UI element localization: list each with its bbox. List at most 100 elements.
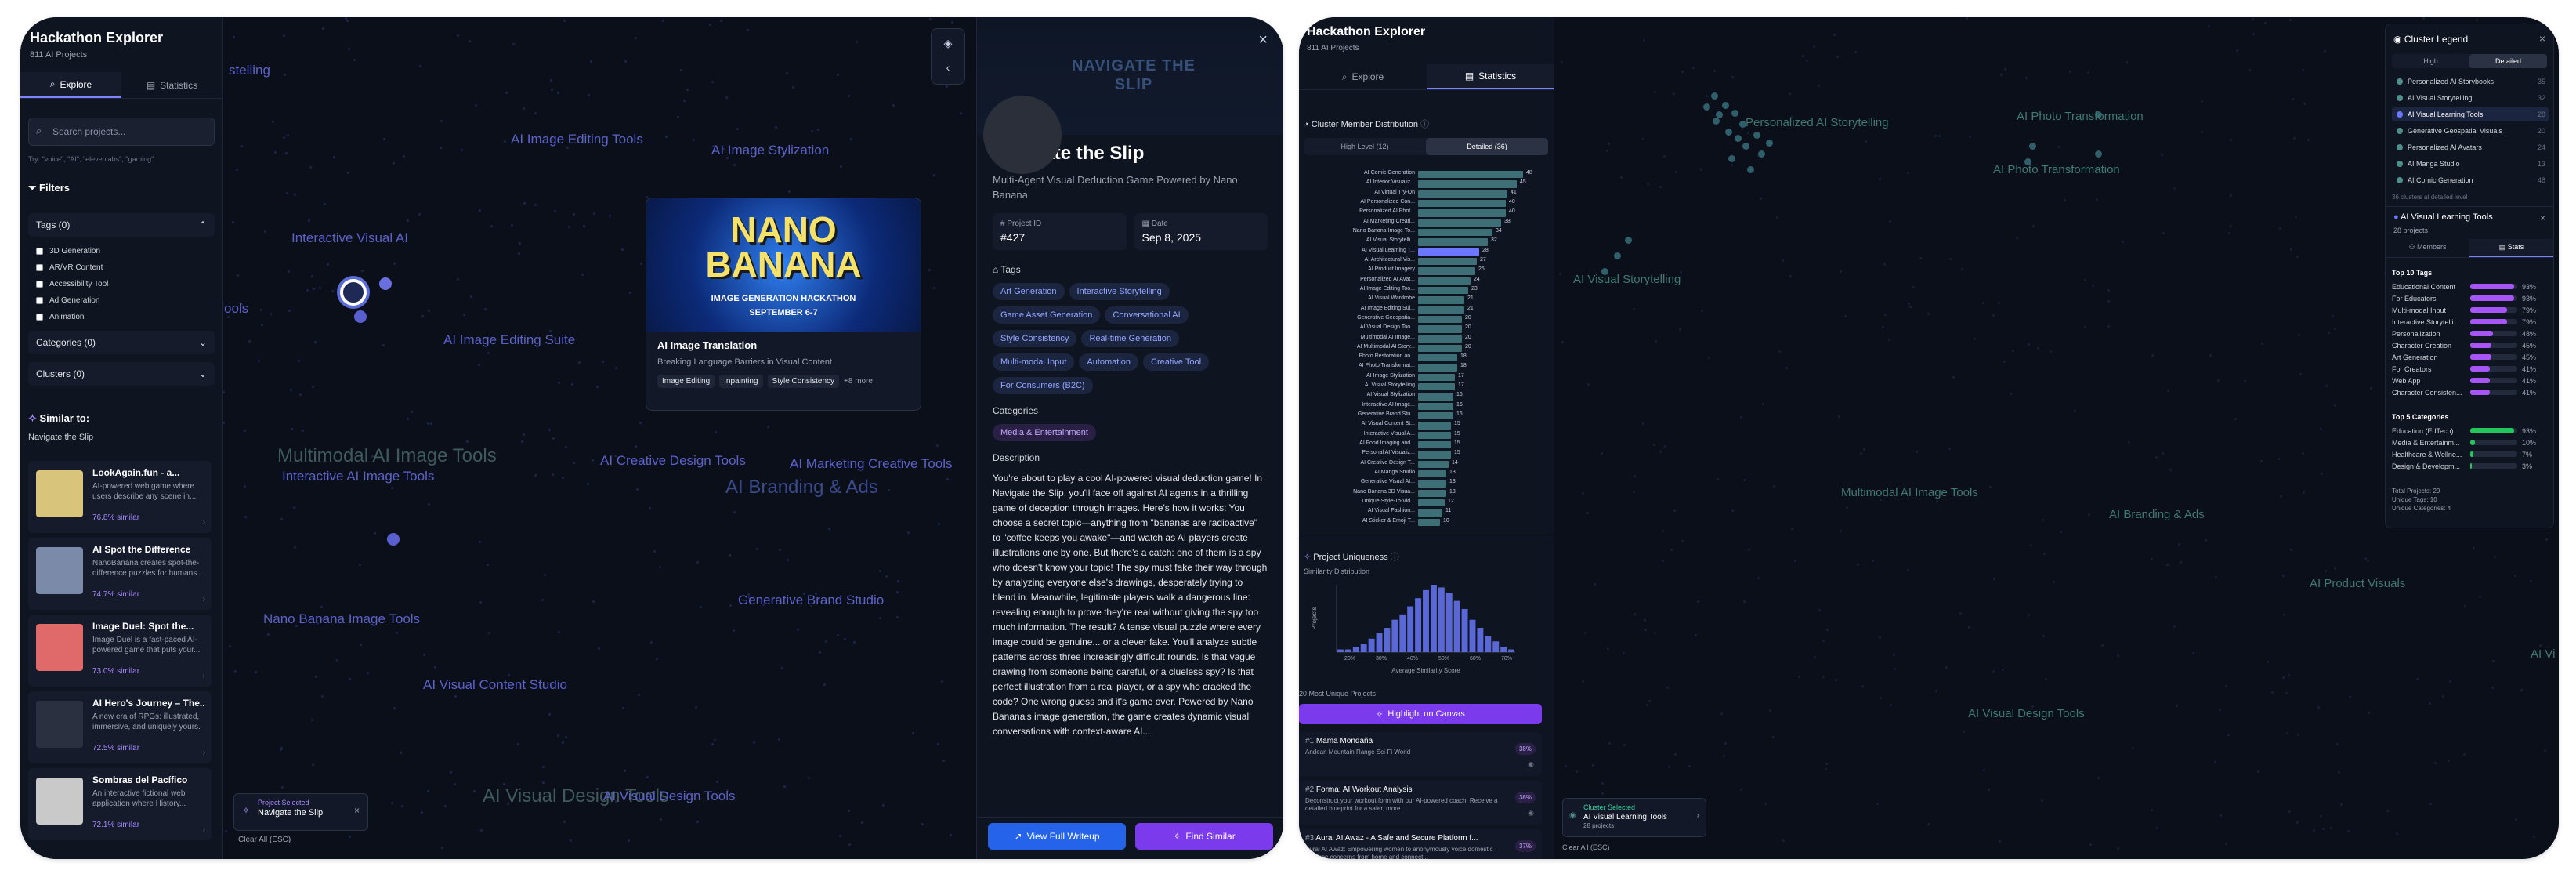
project-node[interactable] (244, 485, 246, 488)
project-node[interactable] (511, 224, 513, 227)
project-node[interactable] (1642, 422, 1644, 425)
project-node[interactable] (653, 550, 656, 553)
project-node[interactable] (1863, 448, 1865, 451)
distribution-bar[interactable] (1418, 364, 1457, 372)
project-node[interactable] (393, 162, 395, 165)
project-node[interactable] (1681, 71, 1684, 73)
category-chip[interactable]: Media & Entertainment (993, 424, 1096, 441)
project-node[interactable] (2228, 232, 2230, 234)
distribution-bar[interactable] (1418, 412, 1453, 420)
project-node[interactable] (387, 533, 400, 546)
project-node[interactable] (2236, 49, 2238, 52)
project-node[interactable] (1983, 769, 1985, 771)
distribution-bar[interactable] (1418, 219, 1501, 227)
histogram-bar[interactable] (1376, 633, 1383, 652)
project-node[interactable] (1927, 313, 1930, 315)
project-node[interactable] (457, 278, 459, 281)
distribution-bar[interactable] (1418, 335, 1462, 343)
project-node[interactable] (382, 344, 385, 346)
tab-stats[interactable]: ▤ Stats (2469, 239, 2553, 257)
project-node[interactable] (1836, 56, 1839, 58)
project-node[interactable] (2126, 61, 2128, 63)
distribution-bar[interactable] (1418, 228, 1492, 237)
project-node[interactable] (1587, 383, 1590, 386)
project-node[interactable] (2280, 495, 2282, 498)
project-node[interactable] (1695, 634, 1697, 636)
project-node[interactable] (853, 641, 856, 644)
distribution-bar[interactable] (1418, 180, 1517, 188)
project-node[interactable] (696, 561, 699, 564)
project-node[interactable] (1731, 164, 1733, 166)
project-node[interactable] (548, 429, 551, 431)
project-node[interactable] (592, 459, 594, 462)
project-node[interactable] (1872, 560, 1874, 562)
project-node[interactable] (716, 781, 718, 783)
project-node[interactable] (2025, 77, 2028, 79)
project-node[interactable] (639, 422, 642, 424)
project-node[interactable] (937, 743, 939, 745)
project-node[interactable] (469, 40, 471, 42)
project-node[interactable] (1769, 709, 1771, 712)
eye-icon[interactable]: ◉ (1528, 809, 1534, 818)
project-node[interactable] (1608, 143, 1610, 145)
legend-high-toggle[interactable]: High (2392, 54, 2469, 68)
project-node[interactable] (2324, 50, 2326, 53)
project-node[interactable] (327, 263, 329, 266)
project-node[interactable] (848, 95, 850, 97)
project-node[interactable] (2234, 418, 2237, 420)
project-node[interactable] (400, 752, 402, 754)
project-node[interactable] (229, 645, 231, 647)
project-node[interactable] (401, 805, 403, 807)
distribution-bar[interactable] (1418, 393, 1453, 401)
project-node[interactable] (1789, 92, 1791, 95)
project-node[interactable] (1722, 102, 1729, 109)
project-node[interactable] (1907, 172, 1909, 174)
project-node[interactable] (933, 287, 935, 289)
project-node[interactable] (440, 147, 442, 149)
project-node[interactable] (393, 707, 396, 709)
distribution-bar[interactable] (1418, 470, 1446, 478)
project-node[interactable] (2214, 761, 2216, 763)
tag-chip[interactable]: Art Generation (993, 283, 1065, 300)
histogram-bar[interactable] (1430, 585, 1437, 652)
project-node[interactable] (921, 823, 924, 825)
project-node[interactable] (1565, 765, 1567, 767)
project-node[interactable] (274, 151, 277, 154)
project-node[interactable] (2494, 556, 2496, 558)
project-node[interactable] (2370, 387, 2372, 390)
project-node[interactable] (2045, 678, 2047, 680)
project-node[interactable] (450, 771, 452, 774)
project-node[interactable] (2491, 687, 2494, 689)
project-node[interactable] (324, 203, 326, 205)
project-node[interactable] (1731, 509, 1734, 512)
project-node[interactable] (1760, 198, 1762, 200)
project-node[interactable] (2151, 354, 2154, 357)
project-node[interactable] (2288, 674, 2290, 676)
project-node[interactable] (1653, 444, 1655, 446)
project-node[interactable] (2074, 410, 2076, 412)
project-node[interactable] (2257, 770, 2259, 773)
tag-chip[interactable]: Real-time Generation (1081, 330, 1179, 347)
project-node[interactable] (729, 554, 731, 557)
project-node[interactable] (951, 21, 953, 24)
project-node[interactable] (709, 24, 711, 26)
project-node[interactable] (487, 352, 490, 354)
project-node[interactable] (736, 128, 739, 130)
histogram-bar[interactable] (1415, 598, 1422, 652)
distribution-bar[interactable] (1418, 354, 1457, 362)
legend-item[interactable]: Generative Geospatial Visuals 20 (2392, 124, 2549, 138)
cluster-label[interactable]: AI Creative Design Tools (600, 453, 746, 469)
project-node[interactable] (2252, 18, 2254, 20)
project-node[interactable] (1806, 60, 1808, 62)
project-node[interactable] (640, 263, 642, 265)
project-node[interactable] (2201, 131, 2203, 133)
project-node[interactable] (1634, 475, 1636, 477)
cluster-label[interactable]: AI Vi (2531, 647, 2555, 661)
project-node[interactable] (444, 805, 447, 807)
selected-cluster-chip[interactable]: ◉ Cluster Selected AI Visual Learning To… (1562, 798, 1706, 837)
distribution-bar[interactable] (1418, 171, 1523, 179)
project-node[interactable] (1607, 647, 1609, 650)
project-node[interactable] (2328, 332, 2330, 334)
selected-project-chip[interactable]: ✧ Project Selected Navigate the Slip × (233, 793, 368, 831)
project-node[interactable] (1747, 166, 1754, 173)
